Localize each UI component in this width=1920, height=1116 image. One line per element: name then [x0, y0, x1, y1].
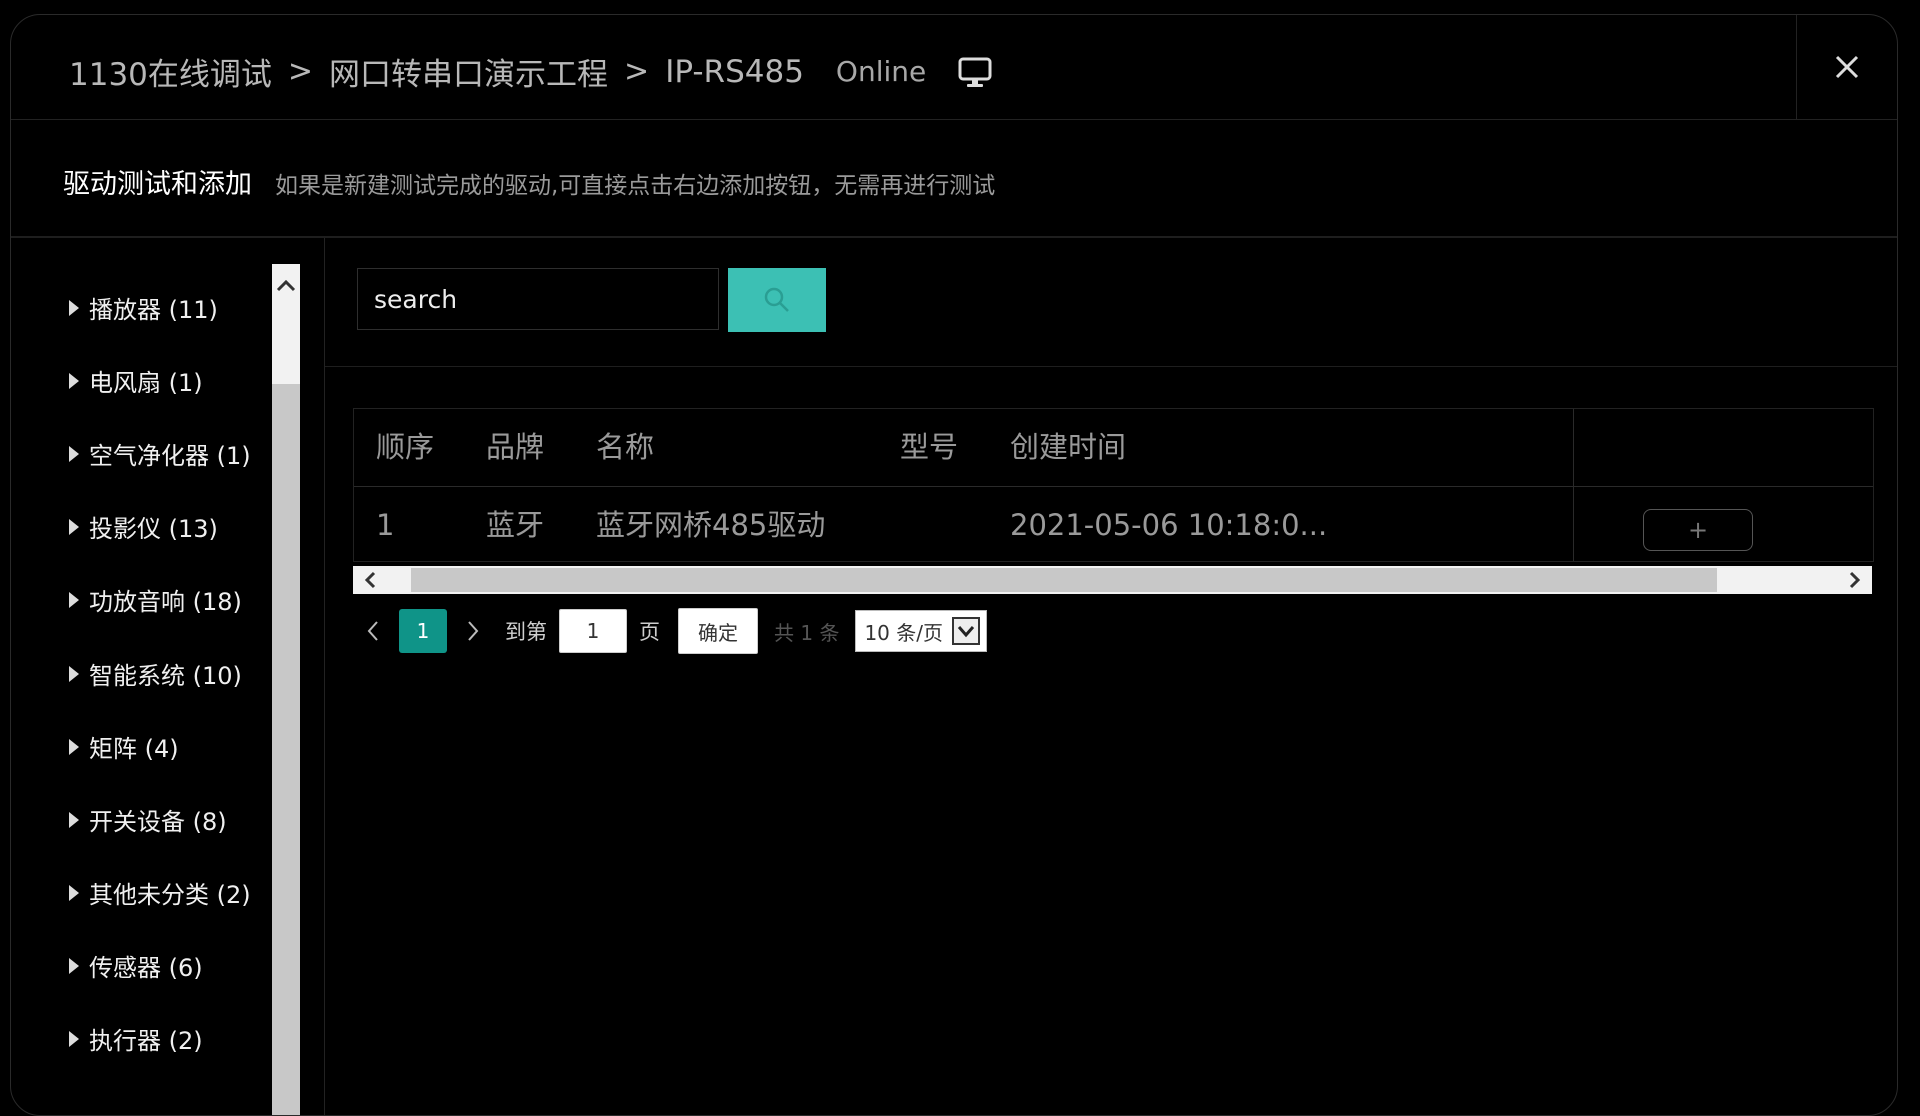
category-label: 电风扇 (1) [89, 369, 203, 397]
page-label: 页 [639, 620, 660, 644]
category-item[interactable]: 传感器 (6) [69, 948, 203, 983]
page-size-select[interactable]: 10 条/页 [855, 610, 988, 652]
scroll-thumb[interactable] [411, 568, 1717, 592]
category-label: 播放器 (11) [89, 296, 218, 324]
category-item[interactable]: 功放音响 (18) [69, 582, 242, 617]
category-item[interactable]: 空气净化器 (1) [69, 436, 251, 471]
next-page-button[interactable] [453, 608, 493, 654]
column-divider [1573, 409, 1574, 561]
prev-page-button[interactable] [353, 608, 393, 654]
category-item[interactable]: 智能系统 (10) [69, 656, 242, 691]
cell-index: 1 [376, 508, 395, 542]
driver-dialog: 1130在线调试 > 网口转串口演示工程 > IP-RS485 Online 驱… [10, 14, 1898, 1116]
section-hint: 如果是新建测试完成的驱动,可直接点击右边添加按钮，无需再进行测试 [275, 173, 996, 199]
driver-list-panel: 顺序 品牌 名称 型号 创建时间 1 蓝牙 蓝牙网桥485驱动 2021-05-… [325, 238, 1897, 1115]
title-bar: 1130在线调试 > 网口转串口演示工程 > IP-RS485 Online [11, 15, 1897, 120]
pagination: 1 到第 页 确定 共 1 条 10 条/页 [353, 608, 988, 654]
category-label: 功放音响 (18) [89, 588, 242, 616]
category-label: 执行器 (2) [89, 1027, 203, 1055]
expand-triangle-icon [69, 372, 79, 389]
category-label: 投影仪 (13) [89, 515, 218, 543]
total-count: 共 1 条 [774, 620, 840, 645]
chevron-up-icon [276, 279, 296, 292]
confirm-button[interactable]: 确定 [678, 608, 758, 654]
expand-triangle-icon [69, 957, 79, 974]
chevron-left-icon [364, 571, 376, 589]
category-item[interactable]: 开关设备 (8) [69, 802, 227, 837]
expand-triangle-icon [69, 591, 79, 608]
driver-table: 顺序 品牌 名称 型号 创建时间 1 蓝牙 蓝牙网桥485驱动 2021-05-… [353, 408, 1874, 562]
category-label: 矩阵 (4) [89, 735, 179, 763]
goto-label: 到第 [505, 620, 547, 644]
breadcrumb-project-debug[interactable]: 1130在线调试 [69, 49, 272, 94]
breadcrumb-project[interactable]: 网口转串口演示工程 [329, 49, 608, 94]
search-input[interactable] [357, 268, 719, 330]
chevron-down-icon [952, 617, 981, 645]
column-header-created: 创建时间 [1010, 430, 1127, 464]
expand-triangle-icon [69, 665, 79, 682]
expand-triangle-icon [69, 738, 79, 755]
category-label: 开关设备 (8) [89, 808, 227, 836]
category-item[interactable]: 播放器 (11) [69, 290, 218, 325]
goto-page-input[interactable] [559, 609, 627, 653]
category-item[interactable]: 执行器 (2) [69, 1021, 203, 1056]
sidebar-scrollbar[interactable] [272, 264, 300, 1115]
close-button[interactable] [1796, 15, 1897, 119]
expand-triangle-icon [69, 1030, 79, 1047]
scroll-up-button[interactable] [272, 264, 300, 384]
chevron-right-icon [468, 621, 479, 641]
breadcrumb-device: IP-RS485 [665, 53, 804, 90]
column-header-brand: 品牌 [486, 430, 545, 464]
expand-triangle-icon [69, 811, 79, 828]
search-icon [764, 287, 789, 312]
expand-triangle-icon [69, 884, 79, 901]
category-label: 其他未分类 (2) [89, 881, 251, 909]
breadcrumb: 1130在线调试 > 网口转串口演示工程 > IP-RS485 Online [69, 49, 992, 94]
expand-triangle-icon [69, 518, 79, 535]
section-header: 驱动测试和添加 如果是新建测试完成的驱动,可直接点击右边添加按钮，无需再进行测试 [11, 120, 1897, 238]
add-driver-button[interactable]: + [1643, 509, 1753, 551]
breadcrumb-separator: > [287, 54, 314, 89]
section-title: 驱动测试和添加 [63, 169, 252, 200]
scroll-right-button[interactable] [1836, 566, 1872, 594]
column-header-index: 顺序 [376, 430, 435, 464]
close-icon [1835, 55, 1859, 79]
category-label: 空气净化器 (1) [89, 442, 251, 470]
expand-triangle-icon [69, 299, 79, 316]
category-label: 传感器 (6) [89, 954, 203, 982]
category-sidebar: 播放器 (11) 电风扇 (1) 空气净化器 (1) 投影仪 (13) 功放音响… [11, 238, 325, 1115]
chevron-left-icon [367, 621, 378, 641]
category-item[interactable]: 电风扇 (1) [69, 363, 203, 398]
chevron-right-icon [1849, 571, 1861, 589]
category-item[interactable]: 其他未分类 (2) [69, 875, 251, 910]
search-bar [325, 238, 1897, 367]
cell-name: 蓝牙网桥485驱动 [596, 508, 826, 542]
cell-brand: 蓝牙 [486, 508, 545, 542]
column-header-model: 型号 [900, 430, 959, 464]
page-number-current[interactable]: 1 [399, 609, 447, 653]
status-label: Online [835, 55, 927, 88]
cell-created: 2021-05-06 10:18:0... [1010, 508, 1328, 542]
table-horizontal-scrollbar[interactable] [353, 566, 1872, 594]
breadcrumb-separator: > [624, 54, 650, 89]
expand-triangle-icon [69, 445, 79, 462]
search-button[interactable] [728, 268, 826, 332]
page-size-value: 10 条/页 [864, 620, 943, 645]
monitor-icon[interactable] [958, 55, 992, 89]
category-item[interactable]: 矩阵 (4) [69, 729, 179, 764]
category-label: 智能系统 (10) [89, 662, 242, 690]
category-item[interactable]: 投影仪 (13) [69, 509, 218, 544]
column-header-name: 名称 [596, 430, 655, 464]
scroll-left-button[interactable] [353, 566, 389, 594]
